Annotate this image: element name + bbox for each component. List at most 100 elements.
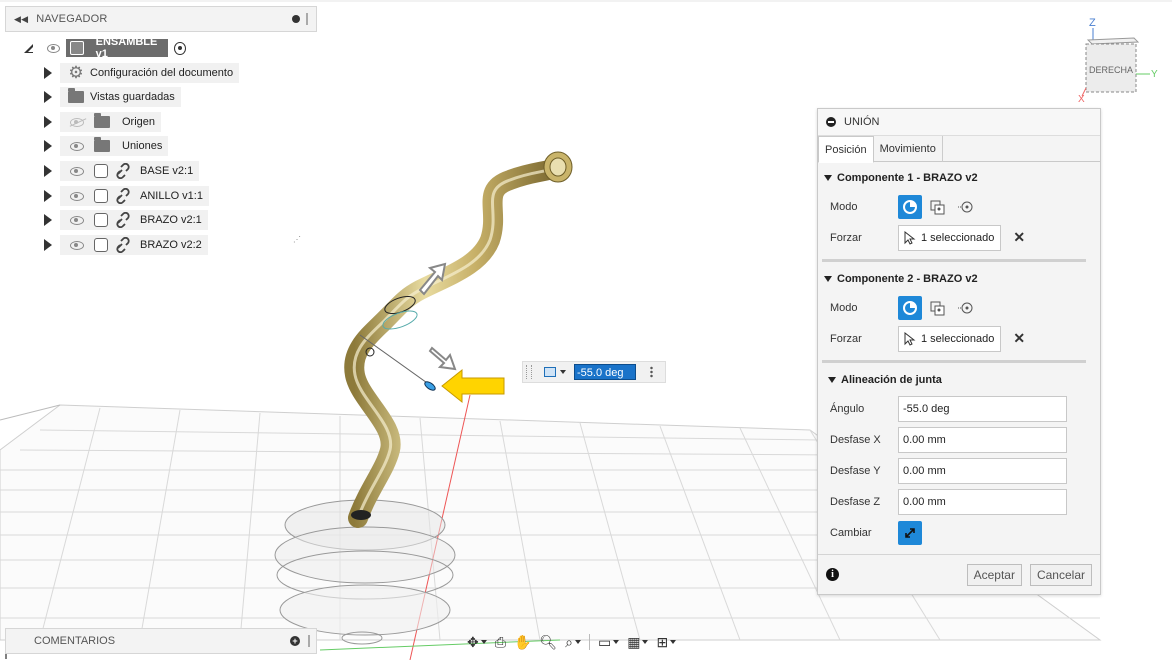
visibility-eye-icon[interactable] — [70, 141, 84, 151]
expand-right-icon[interactable] — [44, 91, 52, 103]
chevron-down-icon[interactable] — [480, 640, 487, 644]
two-edge-intersection-button[interactable] — [954, 195, 978, 219]
tree-item-label: Uniones — [122, 140, 163, 152]
force-label: Forzar — [830, 332, 862, 345]
tree-row-assembly[interactable]: ENSAMBLE v1 — [24, 36, 186, 60]
navigator-title: NAVEGADOR — [36, 13, 108, 25]
expand-right-icon[interactable] — [44, 116, 52, 128]
grip-icon[interactable] — [308, 635, 310, 647]
view-cube[interactable]: Z DERECHA Y X — [1074, 16, 1164, 106]
selection-count: 1 seleccionado — [921, 231, 995, 244]
tree-item-label: ANILLO v1:1 — [140, 190, 203, 202]
snap-mode-button[interactable] — [898, 194, 922, 219]
dialog-title-bar[interactable]: UNIÓN — [818, 109, 1100, 136]
expand-right-icon[interactable] — [44, 214, 52, 226]
section-divider — [822, 259, 1086, 262]
visibility-eye-icon[interactable] — [70, 191, 84, 201]
between-two-faces-button[interactable] — [926, 195, 950, 219]
angle-inline-input[interactable]: -55.0 deg — [522, 361, 666, 383]
tree-item-label: Configuración del documento — [90, 67, 234, 79]
display-settings-button[interactable]: ▭ — [595, 631, 622, 653]
grid-settings-button[interactable]: ▦ — [624, 631, 651, 653]
swap-row: Cambiar — [818, 517, 1100, 548]
offset-z-input[interactable] — [898, 488, 1067, 515]
chevron-down-icon[interactable] — [670, 640, 677, 644]
chevron-down-icon[interactable] — [560, 370, 566, 374]
gear-icon: ⚙ — [68, 63, 84, 82]
expand-right-icon[interactable] — [44, 239, 52, 251]
visibility-eye-icon[interactable] — [70, 166, 84, 176]
tree-row-joints[interactable]: Uniones — [44, 136, 169, 156]
tab-position[interactable]: Posición — [818, 136, 874, 163]
collapse-icon[interactable]: ◀◀ — [14, 14, 28, 25]
expand-right-icon[interactable] — [44, 190, 52, 202]
angle-input[interactable] — [898, 395, 1067, 422]
link-icon — [116, 237, 130, 253]
orbit-button[interactable]: ✥ — [464, 631, 490, 653]
swap-button[interactable] — [898, 520, 922, 545]
caret-down-icon[interactable] — [828, 377, 836, 383]
chevron-down-icon[interactable] — [613, 640, 620, 644]
section-heading: Alineación de junta — [841, 374, 942, 386]
angle-inline-value[interactable]: -55.0 deg — [574, 364, 636, 380]
expand-down-icon[interactable] — [24, 43, 33, 53]
activate-radio-icon[interactable] — [174, 41, 186, 55]
comments-panel[interactable]: COMENTARIOS + — [5, 628, 317, 654]
caret-down-icon[interactable] — [824, 175, 832, 181]
add-comment-icon[interactable]: + — [290, 636, 300, 646]
chevron-down-icon[interactable] — [575, 640, 581, 644]
tree-row-component[interactable]: BRAZO v2:1 — [44, 210, 208, 230]
grip-icon[interactable] — [306, 13, 308, 25]
offset-x-input[interactable] — [898, 426, 1067, 453]
tab-motion[interactable]: Movimiento — [874, 136, 943, 162]
assembly-node[interactable]: ENSAMBLE v1 — [65, 36, 169, 60]
angle-type-icon[interactable] — [544, 367, 556, 377]
offset-y-input[interactable] — [898, 457, 1067, 484]
offset-z-row: Desfase Z — [818, 486, 1100, 517]
section-component-1[interactable]: Componente 1 - BRAZO v2 — [818, 165, 1100, 191]
hidden-eye-icon[interactable] — [70, 117, 84, 127]
navigator-header[interactable]: ◀◀ NAVEGADOR — [5, 6, 317, 32]
section-component-2[interactable]: Componente 2 - BRAZO v2 — [818, 266, 1100, 292]
two-edge-intersection-button[interactable] — [954, 296, 978, 320]
chevron-down-icon[interactable] — [642, 640, 649, 644]
tree-row-component[interactable]: BRAZO v2:2 — [44, 235, 208, 255]
tree-row-component[interactable]: BASE v2:1 — [44, 161, 200, 181]
clear-selection-icon[interactable]: ✕ — [1013, 229, 1025, 246]
tree-row-saved-views[interactable]: Vistas guardadas — [44, 87, 181, 107]
cancel-button[interactable]: Cancelar — [1029, 563, 1092, 586]
snap-mode-button[interactable] — [898, 295, 922, 320]
dialog-title: UNIÓN — [844, 116, 880, 128]
expand-right-icon[interactable] — [44, 140, 52, 152]
selection-field[interactable]: 1 seleccionado — [898, 325, 1002, 352]
tree-item-label: Vistas guardadas — [90, 91, 175, 103]
tree-row-component[interactable]: ANILLO v1:1 — [44, 186, 209, 206]
tree-row-origin[interactable]: Origen — [44, 112, 162, 132]
mode-label: Modo — [830, 301, 858, 314]
fit-zoom-button[interactable]: ⌕ — [562, 631, 584, 653]
viewports-button[interactable]: ⊞ — [653, 631, 679, 653]
visibility-eye-icon[interactable] — [47, 43, 60, 53]
navigation-toolbar: ✥ ⎙ ✋ 🔍︎ ⌕ ▭ ▦ ⊞ — [464, 630, 679, 654]
tree-row-document-settings[interactable]: ⚙ Configuración del documento — [44, 63, 240, 83]
drag-grip-icon[interactable] — [526, 365, 532, 379]
zoom-icon[interactable]: 🔍︎ — [536, 631, 560, 653]
ok-button[interactable]: Aceptar — [966, 563, 1022, 586]
look-at-button[interactable]: ⎙ — [492, 631, 509, 653]
mode-label: Modo — [830, 200, 858, 213]
pin-icon[interactable] — [292, 15, 300, 23]
section-joint-alignment[interactable]: Alineación de junta — [818, 367, 1100, 393]
more-options-icon[interactable] — [650, 366, 653, 378]
collapse-dialog-icon[interactable] — [826, 117, 836, 127]
info-icon[interactable]: i — [826, 568, 839, 581]
selection-field[interactable]: 1 seleccionado — [898, 224, 1002, 251]
clear-selection-icon[interactable]: ✕ — [1013, 330, 1025, 347]
expand-right-icon[interactable] — [44, 67, 52, 79]
visibility-eye-icon[interactable] — [70, 215, 84, 225]
visibility-eye-icon[interactable] — [70, 240, 84, 250]
between-two-faces-button[interactable] — [926, 296, 950, 320]
dialog-footer: i Aceptar Cancelar — [818, 554, 1100, 594]
expand-right-icon[interactable] — [44, 165, 52, 177]
pan-hand-icon[interactable]: ✋ — [511, 631, 534, 653]
caret-down-icon[interactable] — [824, 276, 832, 282]
